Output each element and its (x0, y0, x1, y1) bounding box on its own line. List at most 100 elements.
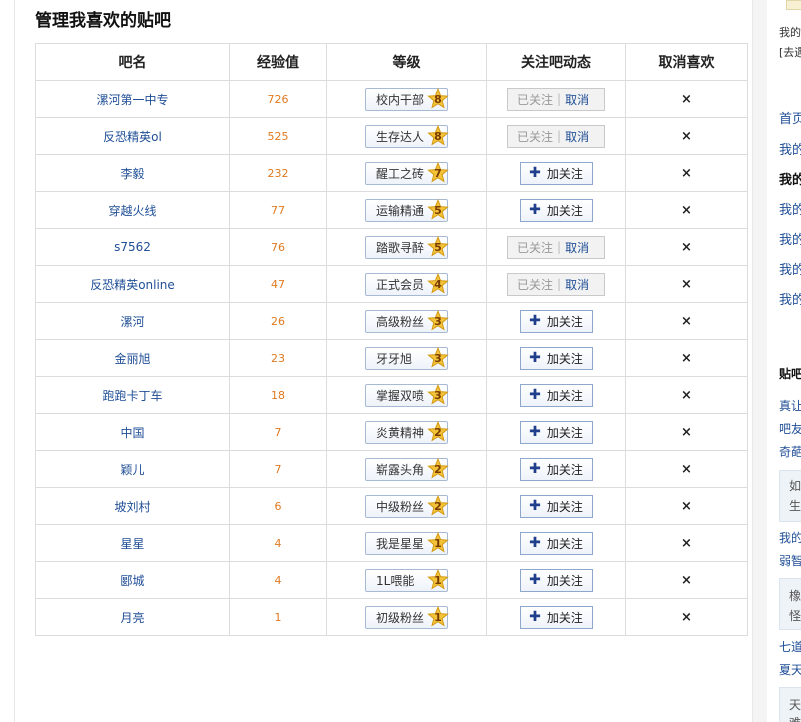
sidebar-line-1[interactable]: 吧友 (779, 420, 801, 437)
sidebar-top-link[interactable]: [去遇 (779, 44, 801, 60)
follow-button[interactable]: ✚ 加关注 (519, 568, 593, 592)
exp-value: 23 (271, 352, 285, 365)
sidebar-line-12: 难 (789, 714, 801, 722)
sidebar-item-6[interactable]: 我的 (779, 289, 801, 308)
level-number: 1 (434, 573, 442, 587)
bar-name-link[interactable]: 坡刘村 (114, 500, 150, 514)
cancel-follow-link[interactable]: 取消 (565, 239, 589, 256)
unlike-cell: × (625, 80, 748, 118)
bar-name-link[interactable]: 反恐精英online (90, 278, 175, 292)
table-row: 跑跑卡丁车 18 掌握双喷 3 ✚ 加关注 × (35, 376, 748, 414)
unlike-x-icon[interactable]: × (681, 499, 692, 514)
bar-name-cell: 李毅 (35, 154, 230, 192)
follow-button[interactable]: ✚ 加关注 (519, 383, 593, 407)
sidebar-line-0[interactable]: 真让 (779, 397, 801, 414)
unlike-x-icon[interactable]: × (681, 610, 692, 625)
followed-label: 已关注 (517, 277, 554, 292)
unlike-x-icon[interactable]: × (681, 203, 692, 218)
follow-label: 加关注 (546, 536, 583, 551)
unlike-x-icon[interactable]: × (681, 92, 692, 107)
bar-name-link[interactable]: 漯河第一中专 (96, 93, 168, 107)
exp-cell: 1 (229, 598, 327, 636)
follow-button[interactable]: ✚ 加关注 (519, 309, 593, 333)
sidebar-line-2[interactable]: 奇葩 (779, 443, 801, 460)
sidebar-quote-box-3: 天 难 (779, 687, 801, 722)
separator: | (557, 277, 562, 291)
bar-name-link[interactable]: 星星 (120, 537, 144, 551)
bar-name-link[interactable]: 颖儿 (120, 463, 144, 477)
follow-button[interactable]: ✚ 加关注 (519, 420, 593, 444)
unlike-x-icon[interactable]: × (681, 240, 692, 255)
bar-name-link[interactable]: 金丽旭 (114, 352, 150, 366)
unlike-x-icon[interactable]: × (681, 425, 692, 440)
level-cell: 醒工之砖 7 (326, 154, 487, 192)
bar-name-link[interactable]: 郾城 (120, 574, 144, 588)
bar-name-link[interactable]: 中国 (120, 426, 144, 440)
sidebar-line-10[interactable]: 夏天 (779, 661, 801, 678)
level-star-icon: 2 (427, 421, 449, 443)
sidebar-line-9[interactable]: 七道 (779, 638, 801, 655)
level-star-icon: 3 (427, 347, 449, 369)
unlike-cell: × (625, 561, 748, 599)
sidebar-line-6[interactable]: 弱智 (779, 552, 801, 569)
bar-name-link[interactable]: 穿越火线 (108, 204, 156, 218)
follow-button[interactable]: ✚ 加关注 (519, 605, 593, 629)
cancel-follow-link[interactable]: 取消 (565, 276, 589, 293)
sidebar-item-2-active[interactable]: 我的 (779, 169, 801, 188)
follow-button[interactable]: ✚ 加关注 (519, 346, 593, 370)
level-title: 醒工之砖 (376, 166, 425, 181)
unlike-x-icon[interactable]: × (681, 388, 692, 403)
unlike-cell: × (625, 228, 748, 266)
follow-button[interactable]: ✚ 加关注 (519, 531, 593, 555)
unlike-x-icon[interactable]: × (681, 573, 692, 588)
follow-button[interactable]: ✚ 加关注 (519, 494, 593, 518)
follow-status-cell: ✚ 加关注 (486, 450, 626, 488)
bar-name-link[interactable]: s7562 (114, 240, 151, 254)
bar-name-link[interactable]: 反恐精英ol (103, 130, 162, 144)
followed-label: 已关注 (517, 92, 554, 107)
exp-cell: 18 (229, 376, 327, 414)
bar-name-cell: 颖儿 (35, 450, 230, 488)
bar-name-cell: 穿越火线 (35, 191, 230, 229)
sidebar-item-5[interactable]: 我的 (779, 259, 801, 278)
bar-name-link[interactable]: 跑跑卡丁车 (102, 389, 162, 403)
follow-label: 加关注 (546, 314, 583, 329)
unlike-x-icon[interactable]: × (681, 351, 692, 366)
cancel-follow-link[interactable]: 取消 (565, 91, 589, 108)
exp-value: 18 (271, 389, 285, 402)
sidebar-top-box (786, 0, 801, 10)
sidebar-line-5[interactable]: 我的 (779, 529, 801, 546)
sidebar-section-title: 贴吧 (779, 367, 801, 381)
sidebar-item-1[interactable]: 我的 (779, 139, 801, 158)
bar-name-link[interactable]: 月亮 (120, 611, 144, 625)
header-follow-status: 关注吧动态 (486, 43, 626, 81)
sidebar-item-3[interactable]: 我的 (779, 199, 801, 218)
level-number: 8 (434, 92, 442, 106)
follow-button[interactable]: ✚ 加关注 (519, 161, 593, 185)
unlike-x-icon[interactable]: × (681, 536, 692, 551)
level-number: 3 (434, 351, 442, 365)
level-cell: 正式会员 4 (326, 265, 487, 303)
unlike-x-icon[interactable]: × (681, 166, 692, 181)
level-number: 2 (434, 425, 442, 439)
bar-name-link[interactable]: 漯河 (120, 315, 144, 329)
cancel-follow-link[interactable]: 取消 (565, 128, 589, 145)
unlike-x-icon[interactable]: × (681, 462, 692, 477)
bar-name-link[interactable]: 李毅 (120, 167, 144, 181)
level-star-icon: 1 (427, 606, 449, 628)
follow-button[interactable]: ✚ 加关注 (519, 457, 593, 481)
level-number: 2 (434, 499, 442, 513)
sidebar-item-4[interactable]: 我的 (779, 229, 801, 248)
follow-label: 加关注 (546, 166, 583, 181)
unlike-x-icon[interactable]: × (681, 314, 692, 329)
unlike-x-icon[interactable]: × (681, 129, 692, 144)
bar-name-cell: 漯河第一中专 (35, 80, 230, 118)
follow-button[interactable]: ✚ 加关注 (519, 198, 593, 222)
follow-label: 加关注 (546, 388, 583, 403)
plus-icon: ✚ (529, 461, 541, 477)
follow-label: 加关注 (546, 499, 583, 514)
exp-cell: 7 (229, 413, 327, 451)
unlike-x-icon[interactable]: × (681, 277, 692, 292)
level-badge: 掌握双喷 3 (365, 383, 449, 407)
sidebar-item-home[interactable]: 首页 (779, 108, 801, 127)
